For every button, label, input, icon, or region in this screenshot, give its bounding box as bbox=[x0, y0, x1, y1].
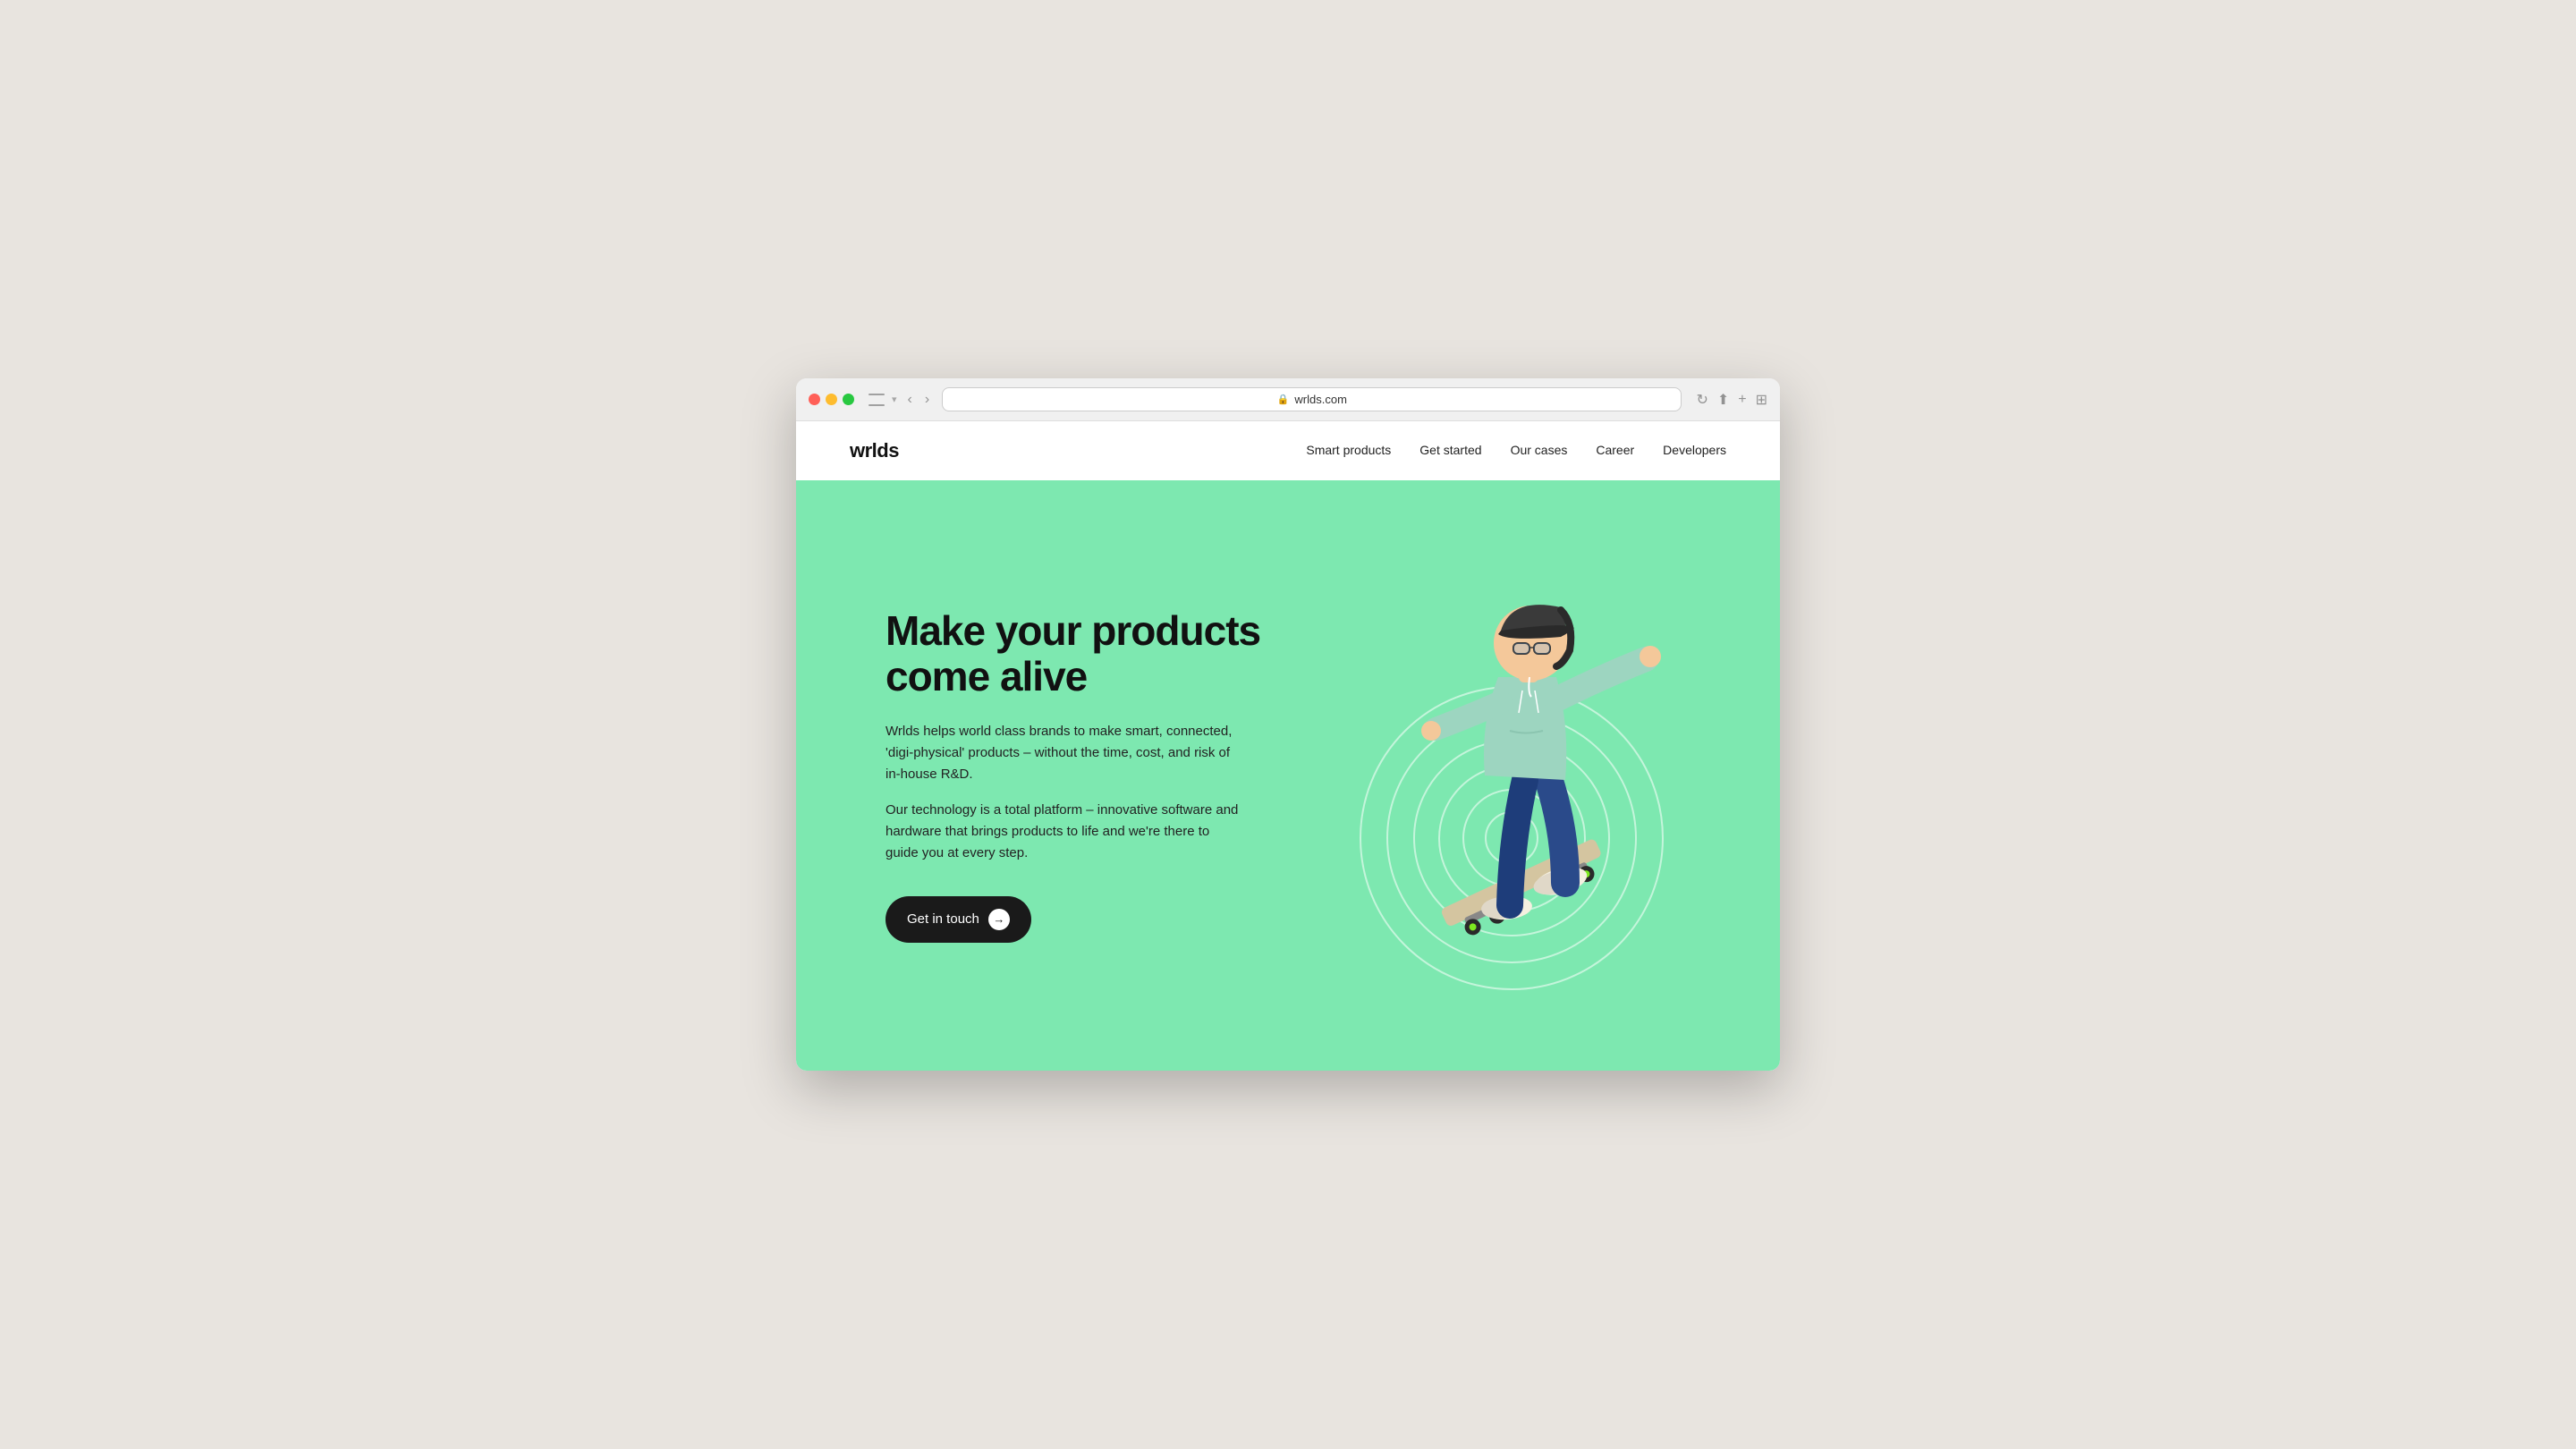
lock-icon: 🔒 bbox=[1277, 394, 1290, 405]
forward-button[interactable]: › bbox=[921, 390, 933, 410]
new-tab-button[interactable]: + bbox=[1738, 392, 1746, 408]
browser-actions: ↻ ⬆ + ⊞ bbox=[1696, 391, 1767, 409]
sidebar-toggle-icon[interactable] bbox=[869, 394, 885, 406]
hero-section: Make your products come alive Wrlds help… bbox=[796, 480, 1780, 1071]
hero-title: Make your products come alive bbox=[886, 608, 1264, 699]
url-text: wrlds.com bbox=[1294, 393, 1347, 406]
back-button[interactable]: ‹ bbox=[904, 390, 916, 410]
traffic-lights bbox=[809, 394, 854, 405]
address-bar[interactable]: 🔒 wrlds.com bbox=[942, 387, 1682, 411]
grid-button[interactable]: ⊞ bbox=[1756, 391, 1767, 409]
cta-label: Get in touch bbox=[907, 911, 979, 927]
hero-visual bbox=[1264, 552, 1726, 999]
browser-window: ▾ ‹ › 🔒 wrlds.com ↻ ⬆ + ⊞ wrlds Smart pr… bbox=[796, 378, 1780, 1071]
share-button[interactable]: ⬆ bbox=[1717, 391, 1729, 409]
nav-our-cases[interactable]: Our cases bbox=[1511, 443, 1568, 457]
site-logo: wrlds bbox=[850, 439, 899, 462]
site-navigation: wrlds Smart products Get started Our cas… bbox=[796, 421, 1780, 480]
fullscreen-button[interactable] bbox=[843, 394, 854, 405]
browser-chrome: ▾ ‹ › 🔒 wrlds.com ↻ ⬆ + ⊞ bbox=[796, 378, 1780, 421]
cta-arrow-icon: → bbox=[988, 909, 1010, 930]
close-button[interactable] bbox=[809, 394, 820, 405]
hero-description-1: Wrlds helps world class brands to make s… bbox=[886, 721, 1243, 785]
minimize-button[interactable] bbox=[826, 394, 837, 405]
reload-button[interactable]: ↻ bbox=[1696, 391, 1707, 409]
nav-career[interactable]: Career bbox=[1596, 443, 1634, 457]
skateboarder-illustration bbox=[1368, 561, 1708, 1008]
hero-content: Make your products come alive Wrlds help… bbox=[886, 608, 1264, 942]
browser-controls: ▾ ‹ › bbox=[869, 390, 933, 410]
nav-links: Smart products Get started Our cases Car… bbox=[1306, 443, 1726, 459]
hero-description-2: Our technology is a total platform – inn… bbox=[886, 800, 1243, 864]
nav-get-started[interactable]: Get started bbox=[1419, 443, 1481, 457]
nav-developers[interactable]: Developers bbox=[1663, 443, 1726, 457]
nav-smart-products[interactable]: Smart products bbox=[1306, 443, 1391, 457]
website-content: wrlds Smart products Get started Our cas… bbox=[796, 421, 1780, 1071]
get-in-touch-button[interactable]: Get in touch → bbox=[886, 896, 1031, 943]
